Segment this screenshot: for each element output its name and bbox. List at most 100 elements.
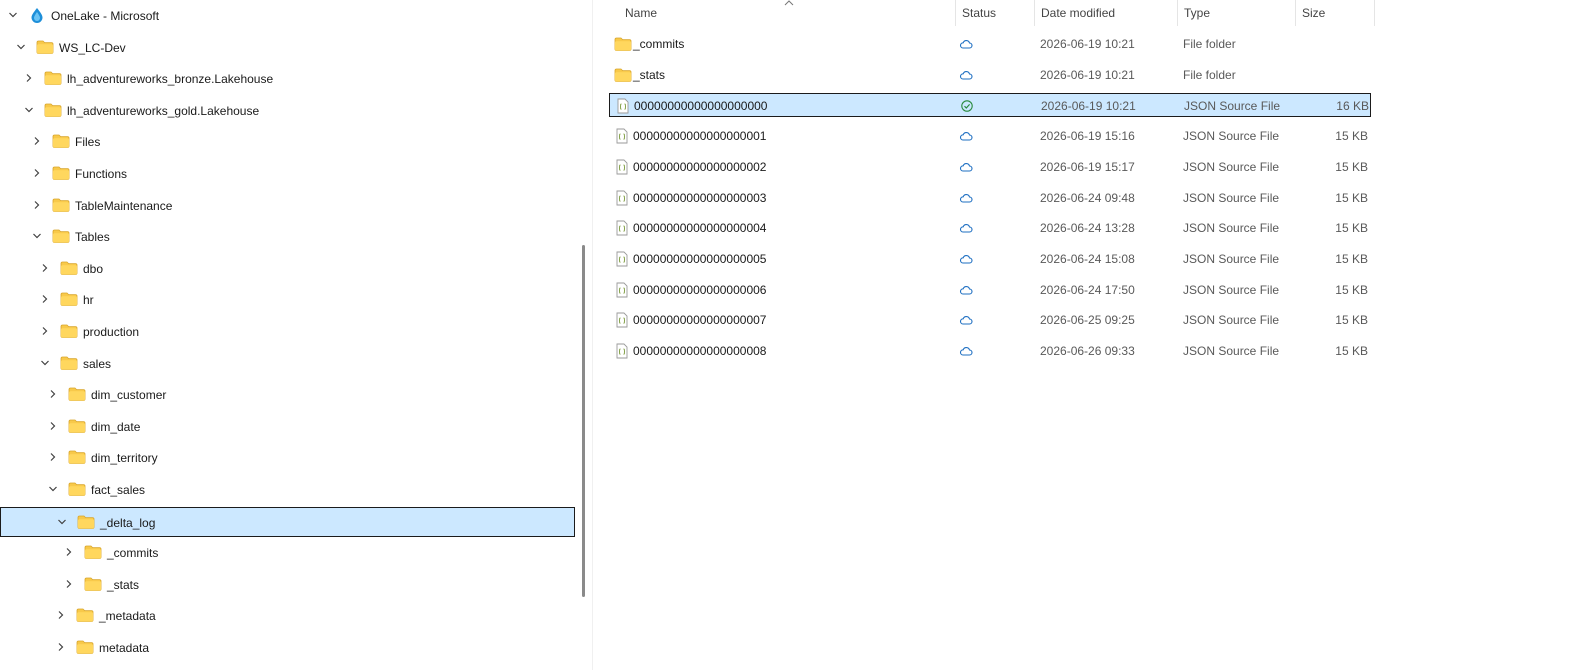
tree-item[interactable]: fact_sales xyxy=(0,475,575,505)
tree-item[interactable]: Files xyxy=(0,127,575,157)
file-row[interactable]: 00000000000000000004 2026-06-24 13:28 JSON… xyxy=(609,216,1371,240)
column-header-type[interactable]: Type xyxy=(1184,0,1210,28)
chevron-down-icon[interactable] xyxy=(6,8,20,22)
tree-item[interactable]: _delta_log xyxy=(0,506,575,537)
tree-item[interactable]: dim_territory xyxy=(0,443,575,473)
tree-item-label: Functions xyxy=(75,167,128,181)
tree-item-label: hr xyxy=(83,293,94,308)
cloud-icon xyxy=(959,283,973,297)
file-row[interactable]: 00000000000000000001 2026-06-19 15:16 JSON… xyxy=(609,124,1371,148)
file-type: JSON Source File xyxy=(1184,99,1281,114)
tree-item-label: OneLake - Microsoft xyxy=(51,9,160,23)
chevron-right-icon[interactable] xyxy=(46,450,60,464)
file-type: File folder xyxy=(1183,67,1236,82)
column-header-status[interactable]: Status xyxy=(962,0,996,28)
column-header-name[interactable]: Name xyxy=(625,0,657,28)
chevron-right-icon[interactable] xyxy=(22,71,36,85)
tree-item-label: Tables xyxy=(75,230,110,245)
file-size: 15 KB xyxy=(1335,313,1368,328)
column-header-size[interactable]: Size xyxy=(1302,0,1325,28)
file-row[interactable]: 00000000000000000000 2026-06-19 10:21 JSON… xyxy=(609,93,1371,118)
tree-item[interactable]: hr xyxy=(0,285,575,315)
cloud-icon xyxy=(959,37,973,51)
tree-item[interactable]: WS_LC-Dev xyxy=(0,33,575,63)
json-file-icon xyxy=(614,343,630,359)
file-date-modified: 2026-06-24 09:48 xyxy=(1040,190,1135,205)
chevron-right-icon[interactable] xyxy=(46,387,60,401)
file-row[interactable]: _commits 2026-06-19 10:21 File folder xyxy=(609,32,1371,56)
chevron-right-icon[interactable] xyxy=(46,419,60,433)
column-separator[interactable] xyxy=(1295,0,1296,26)
tree-item[interactable]: lh_adventureworks_bronze.Lakehouse xyxy=(0,64,575,94)
column-header-date-modified[interactable]: Date modified xyxy=(1041,0,1115,28)
column-separator[interactable] xyxy=(1374,0,1375,26)
column-separator[interactable] xyxy=(955,0,956,26)
tree-item[interactable]: Tables xyxy=(0,222,575,252)
folder-icon xyxy=(76,639,94,655)
chevron-down-icon[interactable] xyxy=(55,515,69,529)
tree-item[interactable]: _stats xyxy=(0,570,575,600)
column-separator[interactable] xyxy=(1034,0,1035,26)
file-name: 00000000000000000008 xyxy=(633,344,767,358)
tree-item-label: Files xyxy=(75,135,101,150)
tree-item[interactable]: OneLake - Microsoft xyxy=(0,1,575,31)
chevron-right-icon[interactable] xyxy=(30,134,44,148)
file-size: 15 KB xyxy=(1335,159,1368,174)
tree-item[interactable]: lh_adventureworks_gold.Lakehouse xyxy=(0,96,575,126)
folder-icon xyxy=(52,133,70,149)
file-row[interactable]: 00000000000000000005 2026-06-24 15:08 JSON… xyxy=(609,247,1371,271)
file-row[interactable]: _stats 2026-06-19 10:21 File folder xyxy=(609,63,1371,87)
sort-ascending-icon xyxy=(784,0,794,6)
chevron-right-icon[interactable] xyxy=(62,545,76,559)
tree-item[interactable]: TableMaintenance xyxy=(0,191,575,221)
tree-item[interactable]: production xyxy=(0,317,575,347)
file-date-modified: 2026-06-24 17:50 xyxy=(1040,282,1135,297)
chevron-down-icon[interactable] xyxy=(30,229,44,243)
file-row[interactable]: 00000000000000000006 2026-06-24 17:50 JSON… xyxy=(609,278,1371,302)
file-date-modified: 2026-06-19 10:21 xyxy=(1040,67,1135,82)
tree-item-label: dim_customer xyxy=(91,388,167,403)
tree-item[interactable]: dbo xyxy=(0,254,575,284)
tree-item[interactable]: dim_date xyxy=(0,412,575,442)
tree-item[interactable]: metadata xyxy=(0,633,575,663)
json-file-icon xyxy=(614,128,630,144)
tree-item-label: _commits xyxy=(107,546,159,561)
tree-item-label: dbo xyxy=(83,261,104,276)
chevron-right-icon[interactable] xyxy=(30,166,44,180)
chevron-right-icon[interactable] xyxy=(38,292,52,306)
folder-icon xyxy=(44,70,62,86)
chevron-down-icon[interactable] xyxy=(22,103,36,117)
tree-item[interactable]: _metadata xyxy=(0,601,575,631)
cloud-icon xyxy=(959,160,973,174)
file-row[interactable]: 00000000000000000007 2026-06-25 09:25 JSON… xyxy=(609,308,1371,332)
folder-icon xyxy=(36,39,54,55)
tree-item[interactable]: _commits xyxy=(0,538,575,568)
tree-item[interactable]: dim_customer xyxy=(0,380,575,410)
folder-icon xyxy=(614,36,632,52)
nav-scrollbar-thumb[interactable] xyxy=(582,245,585,597)
folder-icon xyxy=(68,449,86,465)
cloud-icon xyxy=(959,221,973,235)
chevron-right-icon[interactable] xyxy=(62,577,76,591)
chevron-down-icon[interactable] xyxy=(38,356,52,370)
chevron-right-icon[interactable] xyxy=(38,261,52,275)
chevron-right-icon[interactable] xyxy=(30,198,44,212)
tree-item[interactable]: sales xyxy=(0,349,575,379)
column-separator[interactable] xyxy=(1177,0,1178,26)
tree-item[interactable]: Functions xyxy=(0,159,575,189)
chevron-right-icon[interactable] xyxy=(38,324,52,338)
file-date-modified: 2026-06-19 10:21 xyxy=(1040,37,1135,51)
file-row[interactable]: 00000000000000000002 2026-06-19 15:17 JSON… xyxy=(609,155,1371,179)
synced-check-icon xyxy=(960,99,974,113)
file-row[interactable]: 00000000000000000008 2026-06-26 09:33 JSON… xyxy=(609,339,1371,363)
chevron-down-icon[interactable] xyxy=(46,482,60,496)
file-date-modified: 2026-06-26 09:33 xyxy=(1040,344,1135,358)
file-row[interactable]: 00000000000000000003 2026-06-24 09:48 JSON… xyxy=(609,186,1371,210)
chevron-right-icon[interactable] xyxy=(54,640,68,654)
chevron-right-icon[interactable] xyxy=(54,608,68,622)
chevron-down-icon[interactable] xyxy=(14,40,28,54)
navigation-pane[interactable]: OneLake - Microsoft WS_LC-Dev lh_adventure… xyxy=(0,0,585,670)
file-name: 00000000000000000004 xyxy=(633,221,767,236)
file-size: 15 KB xyxy=(1335,190,1368,205)
cloud-icon xyxy=(959,252,973,266)
